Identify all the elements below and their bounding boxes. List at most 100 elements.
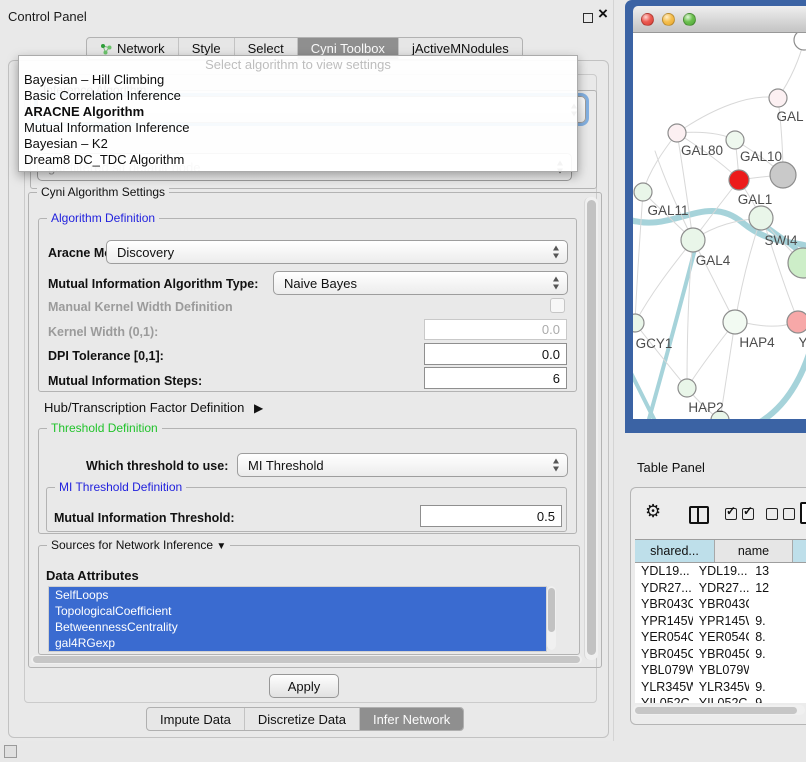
float-window-icon[interactable] bbox=[583, 13, 593, 23]
column-selector-icon[interactable] bbox=[689, 506, 709, 524]
network-node[interactable] bbox=[729, 170, 749, 190]
manual-kernel-width-checkbox[interactable] bbox=[550, 298, 565, 313]
tab-label: Select bbox=[248, 41, 284, 56]
network-edge[interactable] bbox=[635, 192, 643, 323]
network-node[interactable] bbox=[769, 89, 787, 107]
attribute-item-selfloops[interactable]: SelfLoops bbox=[49, 587, 546, 603]
algorithm-option-basic-correlation-inference[interactable]: Basic Correlation Inference bbox=[19, 88, 577, 104]
dpi-tolerance-field[interactable]: 0.0 bbox=[424, 343, 567, 365]
attribute-item-gal4rgexp[interactable]: gal4RGexp bbox=[49, 635, 546, 651]
algorithm-option-bayesian-hill-climbing[interactable]: Bayesian – Hill Climbing bbox=[19, 72, 577, 88]
bottom-tab-infer-network[interactable]: Infer Network bbox=[360, 708, 463, 730]
export-table-document-icon[interactable] bbox=[800, 502, 806, 524]
table-cell bbox=[749, 596, 806, 613]
network-node[interactable] bbox=[681, 228, 705, 252]
table-cell: 13 bbox=[749, 563, 806, 580]
tab-label: jActiveMNodules bbox=[412, 41, 509, 56]
attributes-vertical-scrollbar[interactable] bbox=[546, 586, 556, 650]
table-cell: 9. bbox=[749, 613, 806, 630]
table-settings-gear-icon[interactable]: ⚙ bbox=[645, 502, 661, 520]
network-node[interactable] bbox=[787, 311, 806, 333]
column-header-name[interactable]: name bbox=[715, 540, 793, 562]
network-node[interactable] bbox=[794, 33, 806, 50]
kernel-width-field[interactable]: 0.0 bbox=[424, 319, 567, 340]
hub-definition-toggle[interactable]: Hub/Transcription Factor Definition ▶ bbox=[44, 400, 257, 415]
network-node[interactable] bbox=[634, 183, 652, 201]
tab-label: Style bbox=[192, 41, 221, 56]
table-cell: YDR27... bbox=[693, 580, 749, 597]
algorithm-option-mutual-information-inference[interactable]: Mutual Information Inference bbox=[19, 120, 577, 136]
table-cell: 8. bbox=[749, 629, 806, 646]
table-body: YDL19...YDL19...13YDR27...YDR27...12YBR0… bbox=[635, 563, 806, 703]
table-row[interactable]: YBR045CYBR045C9. bbox=[635, 646, 806, 663]
close-traffic-light-icon[interactable] bbox=[641, 13, 654, 26]
settings-hscrollbar-thumb[interactable] bbox=[33, 656, 580, 663]
network-node-label: HAP2 bbox=[688, 400, 723, 415]
network-node[interactable] bbox=[749, 206, 773, 230]
network-edge[interactable] bbox=[635, 240, 693, 323]
bottom-tab-impute-data[interactable]: Impute Data bbox=[147, 708, 245, 730]
table-row[interactable]: YDL19...YDL19...13 bbox=[635, 563, 806, 580]
data-attributes-label: Data Attributes bbox=[46, 568, 139, 583]
table-hscrollbar-thumb[interactable] bbox=[635, 707, 797, 714]
attributes-scrollbar-thumb[interactable] bbox=[548, 588, 555, 632]
network-node[interactable] bbox=[770, 162, 796, 188]
table-cell: YBL079W bbox=[693, 662, 749, 679]
algorithm-option-dream8-dc-tdc-algorithm[interactable]: Dream8 DC_TDC Algorithm bbox=[19, 152, 577, 168]
minimize-traffic-light-icon[interactable] bbox=[662, 13, 675, 26]
algorithm-option-aracne-algorithm[interactable]: ARACNE Algorithm bbox=[19, 104, 577, 120]
network-node[interactable] bbox=[633, 314, 644, 332]
attribute-item-topologicalcoefficient[interactable]: TopologicalCoefficient bbox=[49, 603, 546, 619]
deselect-all-checkbox-icon[interactable] bbox=[766, 508, 778, 520]
table-row[interactable]: YER054CYER054C8. bbox=[635, 629, 806, 646]
mi-algorithm-type-value: Naive Bayes bbox=[284, 276, 357, 291]
network-edge[interactable] bbox=[677, 97, 778, 133]
network-window-titlebar[interactable] bbox=[633, 6, 806, 33]
deselect-all-checkbox-icon[interactable] bbox=[783, 508, 795, 520]
zoom-traffic-light-icon[interactable] bbox=[683, 13, 696, 26]
table-row[interactable]: YBR043CYBR043C bbox=[635, 596, 806, 613]
mi-steps-field[interactable]: 6 bbox=[424, 367, 567, 389]
mi-threshold-label: Mutual Information Threshold: bbox=[54, 511, 235, 525]
expand-right-icon: ▶ bbox=[254, 401, 263, 415]
data-attributes-list: SelfLoopsTopologicalCoefficientBetweenne… bbox=[48, 586, 547, 652]
column-header-a[interactable]: A bbox=[793, 540, 806, 562]
mi-algorithm-type-combo[interactable]: Naive Bayes bbox=[273, 271, 568, 295]
table-horizontal-scrollbar[interactable] bbox=[633, 705, 805, 715]
network-edge[interactable] bbox=[633, 365, 657, 419]
select-all-checkbox-icon[interactable] bbox=[725, 508, 737, 520]
control-panel: Control Panel × NetworkStyleSelectCyni T… bbox=[0, 0, 614, 741]
network-node[interactable] bbox=[678, 379, 696, 397]
settings-horizontal-scrollbar[interactable] bbox=[31, 655, 582, 664]
panel-grip-icon[interactable] bbox=[4, 745, 17, 758]
algorithm-option-bayesian-k2[interactable]: Bayesian – K2 bbox=[19, 136, 577, 152]
network-edge[interactable] bbox=[746, 323, 789, 326]
bottom-tab-discretize-data[interactable]: Discretize Data bbox=[245, 708, 360, 730]
table-row[interactable]: YDR27...YDR27...12 bbox=[635, 580, 806, 597]
network-node[interactable] bbox=[668, 124, 686, 142]
apply-button[interactable]: Apply bbox=[269, 674, 339, 698]
close-icon[interactable]: × bbox=[598, 5, 608, 22]
network-node[interactable] bbox=[726, 131, 744, 149]
network-node[interactable] bbox=[723, 310, 747, 334]
collapse-down-icon[interactable]: ▼ bbox=[216, 541, 226, 552]
network-edge[interactable] bbox=[643, 133, 677, 192]
tab-label: Network bbox=[117, 41, 165, 56]
table-cell: YIL052C bbox=[635, 695, 693, 703]
network-node[interactable] bbox=[788, 248, 806, 278]
mi-threshold-field[interactable]: 0.5 bbox=[420, 505, 562, 527]
network-edge[interactable] bbox=[655, 151, 693, 240]
attribute-item-betweennesscentrality[interactable]: BetweennessCentrality bbox=[49, 619, 546, 635]
settings-vertical-scrollbar[interactable] bbox=[584, 197, 598, 660]
settings-scrollbar-thumb[interactable] bbox=[587, 200, 596, 655]
table-row[interactable]: YBL079WYBL079W bbox=[635, 662, 806, 679]
which-threshold-combo[interactable]: MI Threshold bbox=[237, 453, 568, 477]
table-row[interactable]: YLR345WYLR345W9. bbox=[635, 679, 806, 696]
aracne-mode-combo[interactable]: Discovery bbox=[106, 240, 568, 264]
select-all-checkbox-icon[interactable] bbox=[742, 508, 754, 520]
column-header-shared[interactable]: shared... bbox=[635, 540, 715, 562]
table-row[interactable]: YIL052CYIL052C9. bbox=[635, 695, 806, 703]
table-row[interactable]: YPR145WYPR145W9. bbox=[635, 613, 806, 630]
table-cell bbox=[749, 662, 806, 679]
network-canvas[interactable]: GALGAL80GAL10GAL1GAL11SWI4GAL4GCY1HAP4YH… bbox=[633, 33, 806, 419]
